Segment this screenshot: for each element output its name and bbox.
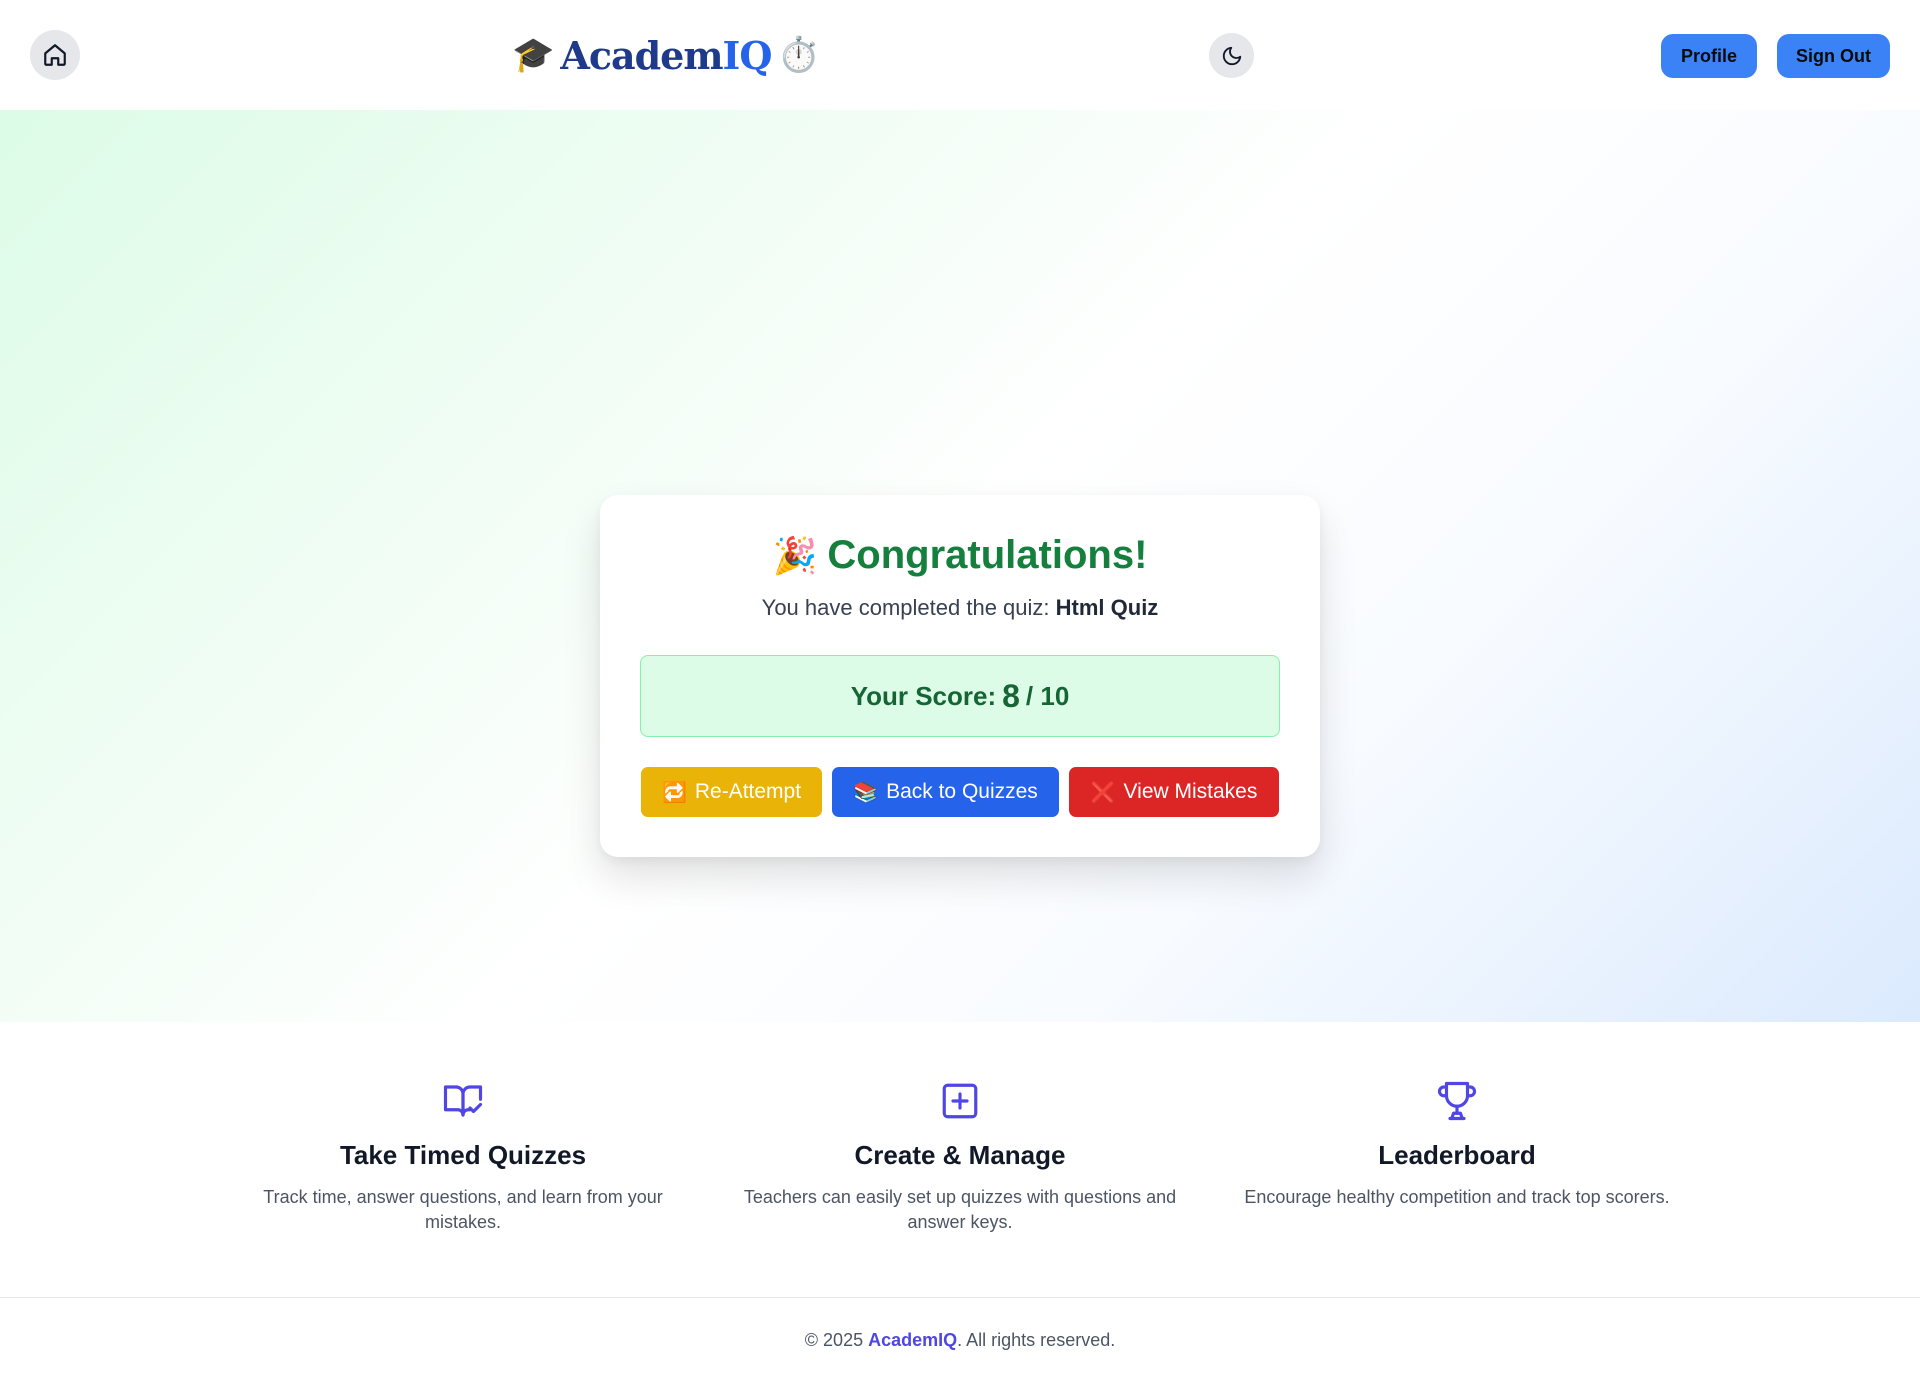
top-nav: 🎓 AcademIQ ⏱️ Profile Sign Out (0, 0, 1920, 110)
theme-toggle-button[interactable] (1209, 33, 1254, 78)
feature-title: Leaderboard (1378, 1140, 1536, 1170)
feature-description: Track time, answer questions, and learn … (263, 1187, 663, 1232)
plus-square-icon (942, 1083, 978, 1119)
app-logo[interactable]: 🎓 AcademIQ ⏱️ (512, 30, 820, 80)
feature-title: Take Timed Quizzes (339, 1140, 587, 1170)
score-label: Your Score: (850, 680, 997, 711)
score-value: 8 (1002, 677, 1020, 714)
party-popper-icon: 🎉 (772, 535, 818, 576)
moon-icon (1222, 46, 1241, 65)
score-box: Your Score: 8 / 10 (640, 655, 1280, 737)
footer-divider (0, 1297, 1920, 1298)
graduation-cap-icon: 🎓 (512, 36, 555, 74)
back-to-quizzes-button[interactable]: 📚 Back to Quizzes (832, 767, 1059, 817)
repeat-icon: 🔁 (661, 781, 687, 804)
home-button[interactable] (30, 30, 80, 80)
stopwatch-icon: ⏱️ (777, 36, 820, 74)
feature-description: Encourage healthy competition and track … (1244, 1187, 1670, 1207)
book-check-icon (443, 1085, 483, 1117)
feature-create-manage: Create & Manage Teachers can easily set … (740, 1080, 1180, 1235)
logo-text: AcademIQ (560, 32, 772, 78)
re-attempt-button[interactable]: 🔁 Re-Attempt (641, 767, 822, 817)
result-subtitle: You have completed the quiz: Html Quiz (761, 595, 1159, 620)
quiz-result-card: 🎉 Congratulations! You have completed the… (600, 495, 1320, 857)
feature-timed-quizzes: Take Timed Quizzes Track time, answer qu… (243, 1080, 683, 1235)
trophy-icon (1437, 1081, 1477, 1121)
result-title: 🎉 Congratulations! (772, 533, 1148, 577)
quiz-name: Html Quiz (1055, 595, 1159, 620)
feature-leaderboard: Leaderboard Encourage healthy competitio… (1237, 1080, 1677, 1210)
score-total: / 10 (1025, 680, 1070, 711)
books-icon: 📚 (853, 781, 879, 804)
feature-description: Teachers can easily set up quizzes with … (743, 1187, 1177, 1232)
hero-section: 🎉 Congratulations! You have completed the… (0, 110, 1920, 1022)
profile-button[interactable]: Profile (1661, 34, 1757, 78)
footer-brand-link[interactable]: AcademIQ (868, 1330, 957, 1350)
view-mistakes-button[interactable]: ❌ View Mistakes (1069, 767, 1279, 817)
home-icon (44, 44, 66, 66)
cross-mark-icon: ❌ (1090, 781, 1116, 804)
footer: © 2025 AcademIQ. All rights reserved. (804, 1330, 1116, 1350)
sign-out-button[interactable]: Sign Out (1777, 34, 1890, 78)
feature-title: Create & Manage (854, 1140, 1066, 1170)
